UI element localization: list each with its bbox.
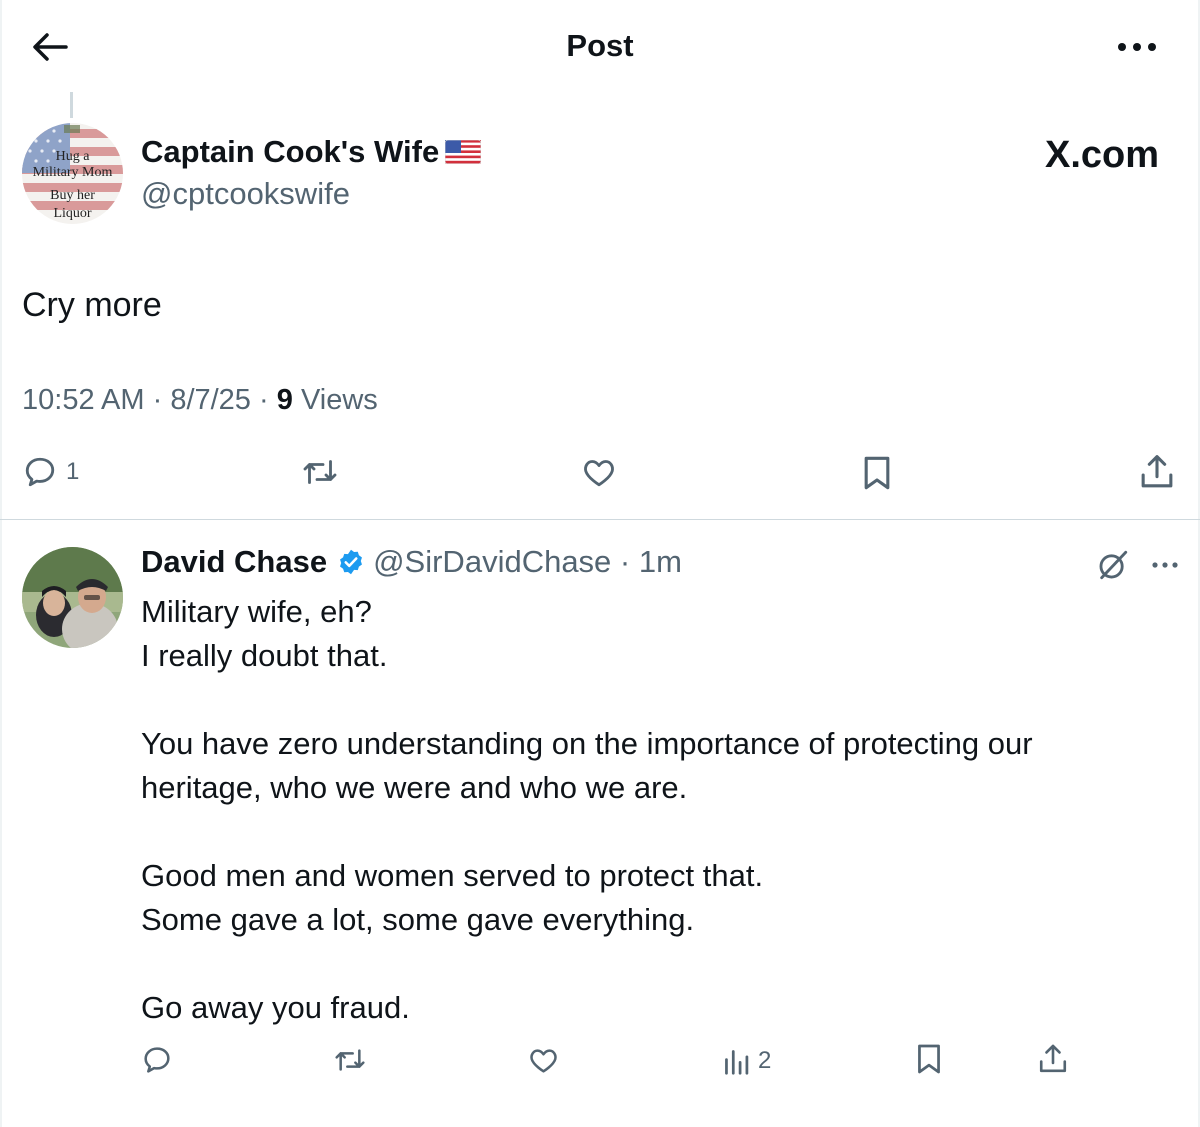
reply-line: Military wife, eh? [141, 594, 372, 629]
reply-blank-line [141, 942, 1171, 986]
reply-line: I really doubt that. [141, 638, 388, 673]
post-time[interactable]: 10:52 AM [22, 384, 145, 416]
like-button[interactable] [580, 454, 618, 490]
avatar-text-3: Buy her [50, 188, 95, 203]
reply-author-avatar[interactable] [22, 547, 123, 648]
author-handle[interactable]: @cptcookswife [141, 176, 350, 212]
repost-icon [335, 1049, 365, 1071]
reply-views-button[interactable]: 2 [722, 1046, 771, 1076]
reply-author-handle[interactable]: @SirDavidChase [373, 544, 611, 580]
more-icon [1152, 562, 1178, 568]
page-title: Post [566, 28, 634, 63]
thread-connector-line [70, 92, 73, 118]
reply-bookmark-button[interactable] [914, 1042, 944, 1076]
like-icon [530, 1049, 557, 1073]
repost-icon [303, 460, 337, 484]
grok-button[interactable] [1096, 548, 1130, 582]
section-divider [0, 519, 1200, 520]
reply-avatar-photo [22, 547, 123, 648]
reply-text: Military wife, eh? I really doubt that. … [141, 590, 1171, 1030]
avatar-text-2: Military Mom [32, 165, 113, 180]
reply-reply-button[interactable] [141, 1044, 173, 1076]
post-action-bar: 1 [0, 448, 1200, 502]
x-logo-text: X.com [1045, 134, 1160, 176]
post-date[interactable]: 8/7/25 [170, 384, 251, 416]
avatar-text-1: Hug a [55, 149, 90, 164]
repost-button[interactable] [300, 454, 340, 490]
reply-time[interactable]: 1m [639, 544, 682, 580]
reply-line: heritage, who we were and who we are. [141, 770, 688, 805]
share-icon [1039, 1044, 1067, 1073]
reply-line: Go away you fraud. [141, 990, 410, 1025]
post-metadata: 10:52 AM · 8/7/25 · 9 Views [22, 384, 378, 417]
reply-icon [25, 457, 55, 487]
reply-repost-button[interactable] [332, 1044, 368, 1076]
views-count: 9 [276, 384, 293, 416]
reply-button[interactable]: 1 [22, 454, 79, 490]
views-icon [725, 1050, 749, 1075]
verified-badge-icon [340, 549, 363, 575]
bookmark-button[interactable] [860, 454, 894, 492]
reply-like-button[interactable] [527, 1044, 560, 1076]
reply-more-button[interactable] [1148, 548, 1182, 582]
avatar-text-4: Liquor [53, 206, 92, 221]
author-name-text: Captain Cook's Wife [141, 134, 440, 169]
reply-blank-line [141, 678, 1171, 722]
reply-share-button[interactable] [1037, 1042, 1069, 1076]
meta-separator: · [259, 384, 277, 416]
author-avatar[interactable]: Hug a Military Mom Buy her Liquor [22, 123, 123, 224]
grok-icon [1099, 550, 1128, 580]
reply-blank-line [141, 810, 1171, 854]
author-name[interactable]: Captain Cook's Wife [141, 134, 482, 170]
more-icon [1118, 43, 1156, 51]
top-bar: Post [0, 0, 1200, 95]
more-options-button[interactable] [1112, 30, 1162, 64]
reply-count: 1 [66, 458, 80, 485]
reply-line: Some gave a lot, some gave everything. [141, 902, 695, 937]
reply-author-name[interactable]: David Chase [141, 544, 327, 580]
reply-icon [144, 1047, 170, 1073]
reply-views-count: 2 [758, 1047, 772, 1074]
post-text: Cry more [22, 286, 162, 324]
share-button[interactable] [1138, 452, 1176, 492]
meta-separator: · [152, 384, 171, 416]
reply-line: You have zero understanding on the impor… [141, 726, 1033, 761]
reply-header: David Chase @SirDavidChase · 1m [141, 544, 682, 580]
views-label: Views [300, 384, 378, 416]
like-icon [584, 460, 614, 487]
bookmark-icon [864, 456, 890, 490]
x-com-watermark: X.com [1045, 134, 1159, 177]
reply-separator: · [611, 544, 639, 579]
reply-action-bar: 2 [0, 1040, 1200, 1086]
us-flag-icon [445, 140, 482, 164]
bookmark-icon [918, 1044, 940, 1074]
share-icon [1141, 455, 1173, 488]
reply-line: Good men and women served to protect tha… [141, 858, 764, 893]
